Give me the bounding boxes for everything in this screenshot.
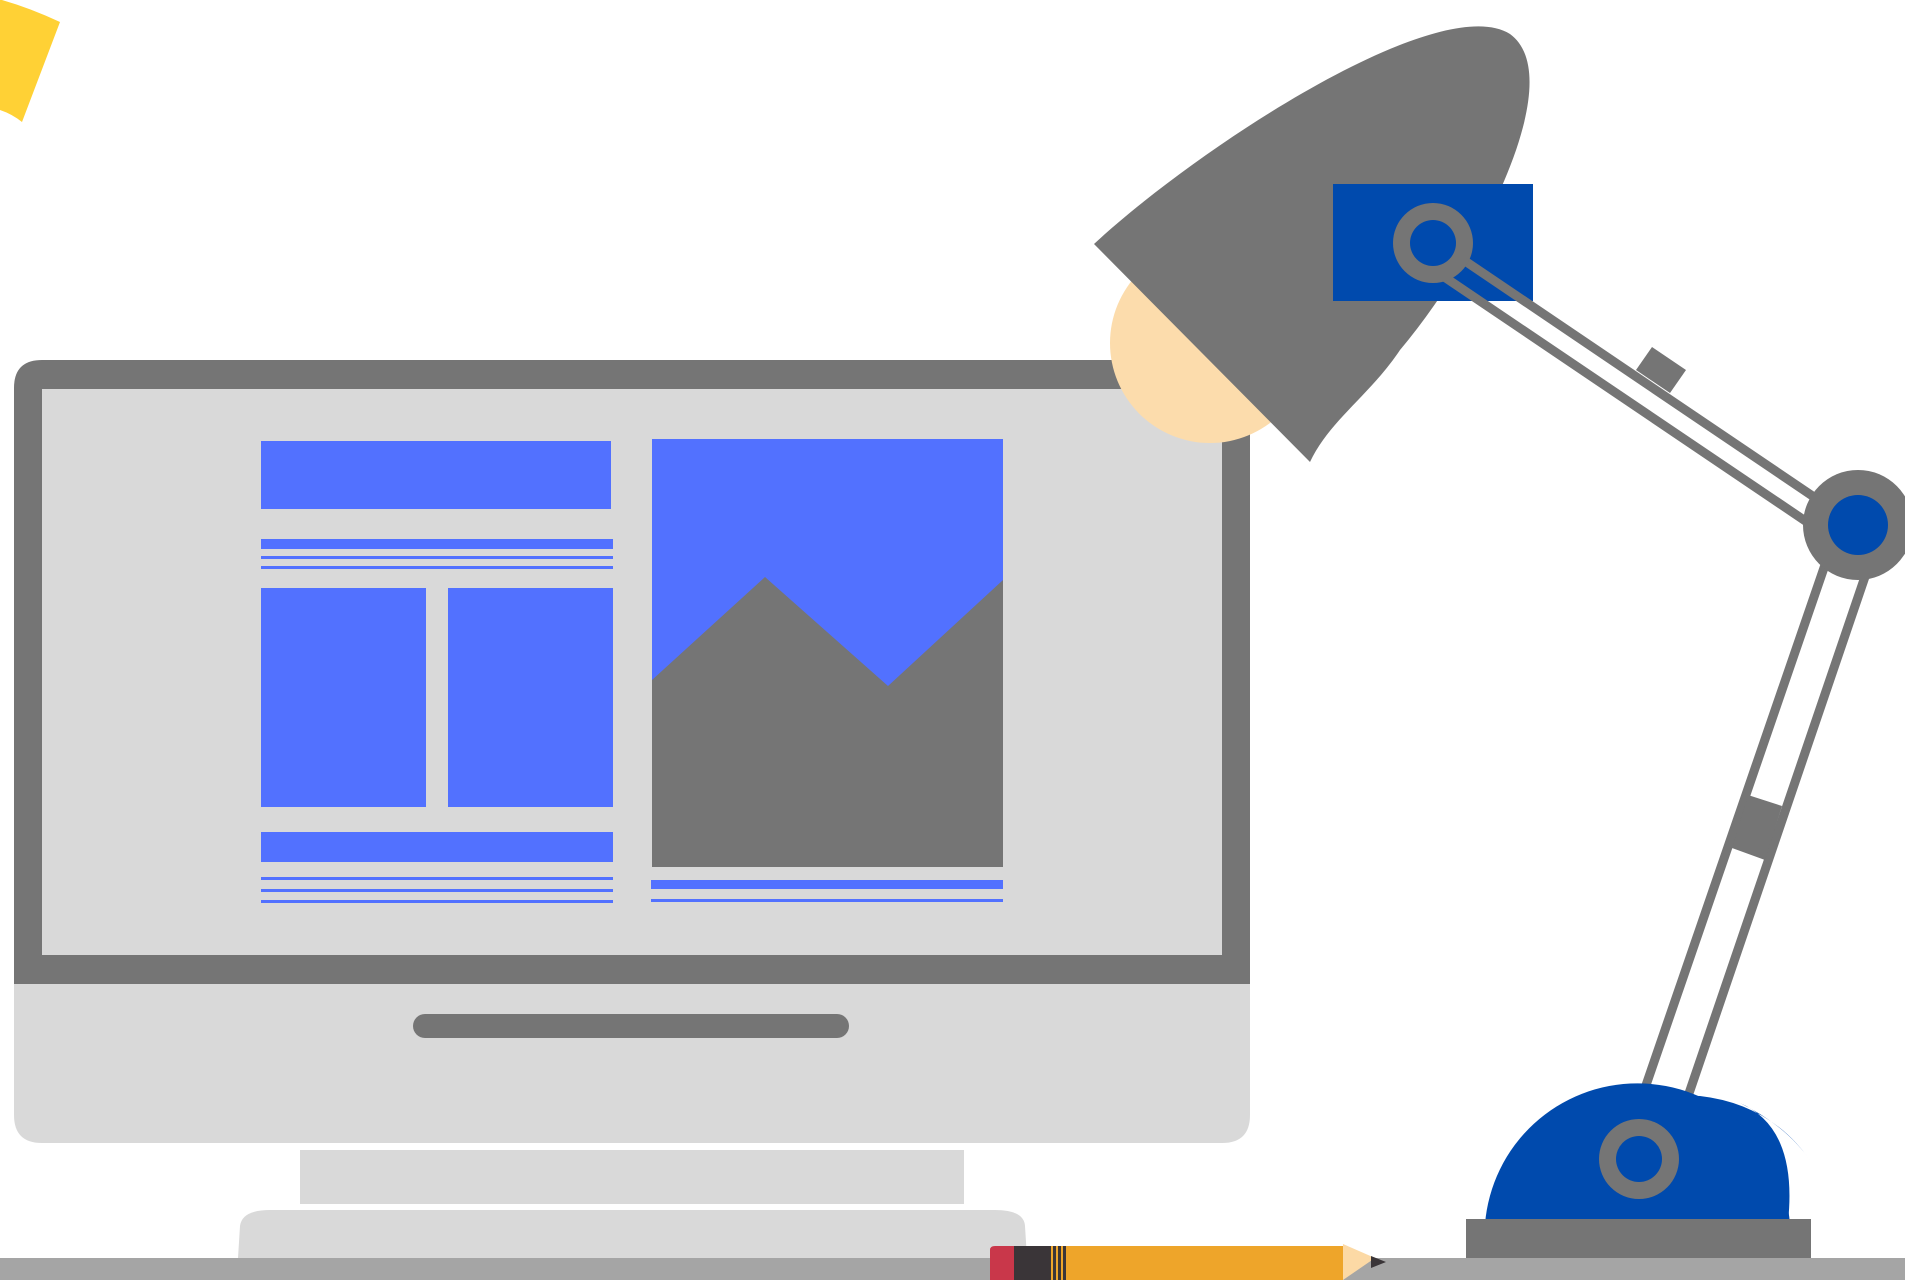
wireframe-footer-block [261,832,613,862]
monitor-slot [413,1014,849,1038]
wireframe-header-block [261,441,611,509]
pencil-icon [990,1244,1386,1280]
image-placeholder-icon [652,439,1003,867]
monitor-screen [42,389,1222,955]
illustration-svg [0,0,1905,1280]
wireframe-text-line [261,877,613,880]
wireframe-text-line [261,900,613,903]
monitor-icon [14,360,1250,1143]
wireframe-text-line [261,889,613,892]
sticky-note-icon [0,0,60,122]
wireframe-text-line [261,566,613,569]
wireframe-text-line [261,539,613,549]
wireframe-caption-line [651,880,1003,889]
wireframe-caption-line [651,899,1003,902]
monitor-stand [238,1150,1027,1258]
illustration-scene [0,0,1905,1280]
wireframe-card-left [261,588,426,807]
lamp-base-plate [1466,1219,1811,1258]
desk-surface [0,1258,1905,1280]
wireframe-text-line [261,556,613,559]
wireframe-card-right [448,588,613,807]
